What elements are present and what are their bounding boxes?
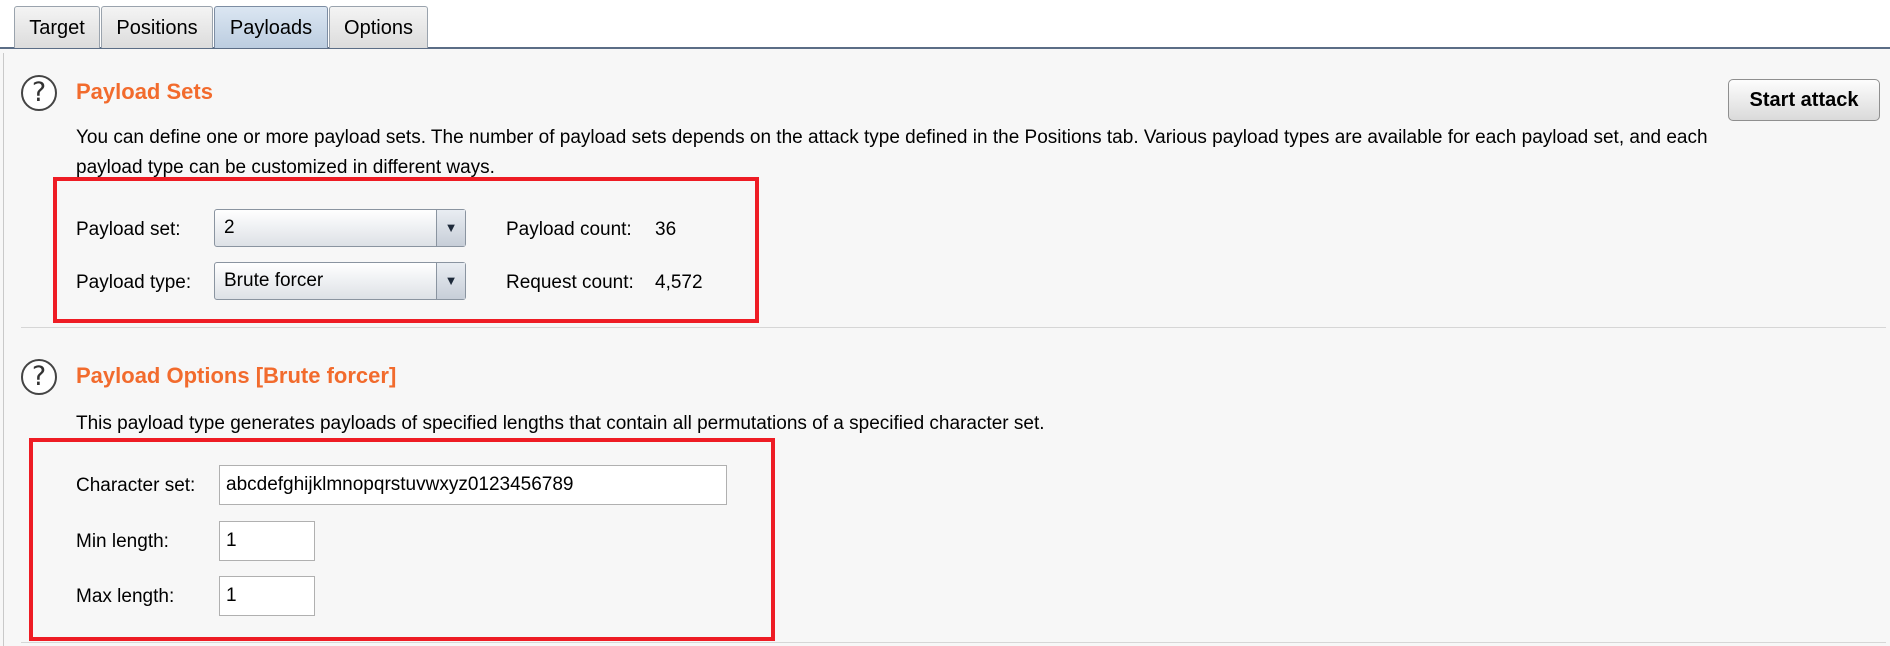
payload-set-value: 2 <box>224 217 235 238</box>
payloads-panel: Start attack ? Payload Sets You can defi… <box>3 53 1890 646</box>
payload-sets-description: You can define one or more payload sets.… <box>76 127 1708 178</box>
payload-type-value: Brute forcer <box>224 270 324 291</box>
payload-options-title: Payload Options [Brute forcer] <box>76 363 397 388</box>
tab-target[interactable]: Target <box>14 6 100 48</box>
chevron-down-icon: ▼ <box>436 210 465 246</box>
help-circle-icon[interactable]: ? <box>21 75 57 111</box>
request-count-label: Request count: <box>506 272 634 293</box>
max-length-label: Max length: <box>76 586 175 607</box>
tab-bar: Target Positions Payloads Options <box>0 0 1890 49</box>
help-circle-icon[interactable]: ? <box>21 359 57 395</box>
payload-type-label: Payload type: <box>76 272 192 293</box>
payload-sets-title: Payload Sets <box>76 79 213 104</box>
max-length-input[interactable] <box>219 576 315 616</box>
payload-options-description: This payload type generates payloads of … <box>76 413 1045 434</box>
payload-type-select[interactable]: Brute forcer ▼ <box>214 262 466 300</box>
tab-positions[interactable]: Positions <box>101 6 213 48</box>
payload-set-label: Payload set: <box>76 219 181 240</box>
section-divider <box>21 642 1886 643</box>
character-set-input[interactable] <box>219 465 727 505</box>
min-length-input[interactable] <box>219 521 315 561</box>
character-set-label: Character set: <box>76 475 196 496</box>
payload-count-label: Payload count: <box>506 219 632 240</box>
min-length-label: Min length: <box>76 531 169 552</box>
payload-set-select[interactable]: 2 ▼ <box>214 209 466 247</box>
request-count-value: 4,572 <box>655 272 703 293</box>
tab-payloads[interactable]: Payloads <box>214 6 328 48</box>
start-attack-button[interactable]: Start attack <box>1728 79 1880 121</box>
tab-options[interactable]: Options <box>329 6 428 48</box>
chevron-down-icon: ▼ <box>436 263 465 299</box>
section-divider <box>21 327 1886 328</box>
highlight-box-payload-sets <box>53 177 759 323</box>
payload-count-value: 36 <box>655 219 677 240</box>
